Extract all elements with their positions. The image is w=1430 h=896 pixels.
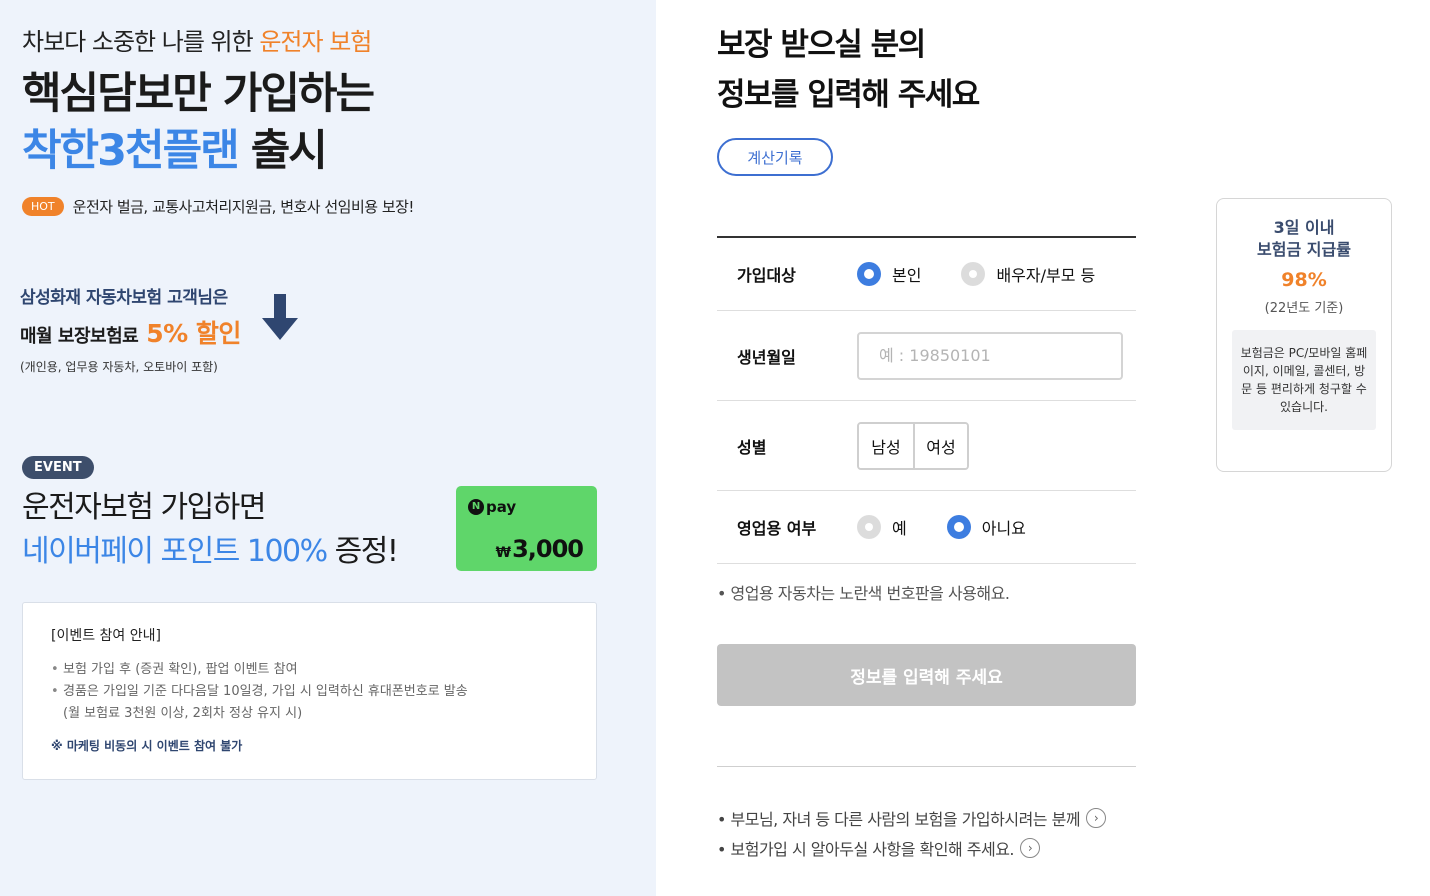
gender-male-button[interactable]: 남성 bbox=[859, 423, 913, 468]
hot-badge: HOT bbox=[22, 197, 64, 216]
hot-row: HOT 운전자 벌금, 교통사고처리지원금, 변호사 선임비용 보장! bbox=[22, 196, 414, 217]
npay-amount: ₩3,000 bbox=[495, 535, 584, 563]
birth-date-input[interactable] bbox=[857, 331, 1123, 380]
samsung-line2: 매월 보장보험료 5% 할인 bbox=[20, 314, 241, 350]
samsung-line1: 삼성화재 자동차보험 고객님은 bbox=[20, 288, 228, 308]
payout-rate-card: 3일 이내 보험금 지급률 98% (22년도 기준) 보험금은 PC/모바일 … bbox=[1216, 198, 1392, 472]
radio-unchecked-icon bbox=[961, 262, 986, 286]
hero-subtitle-accent: 운전자 보험 bbox=[259, 28, 372, 56]
birth-label: 생년월일 bbox=[737, 347, 796, 367]
hero-title-line1: 핵심담보만 가입하는 bbox=[22, 69, 375, 119]
hot-text: 운전자 벌금, 교통사고처리지원금, 변호사 선임비용 보장! bbox=[72, 198, 415, 216]
hero-title-plan: 착한3천플랜 bbox=[22, 126, 240, 176]
event-title-line1: 운전자보험 가입하면 bbox=[22, 490, 266, 525]
divider bbox=[717, 766, 1136, 767]
npay-amount-value: 3,000 bbox=[512, 535, 584, 563]
target-label: 가입대상 bbox=[737, 266, 796, 285]
hero-title: 핵심담보만 가입하는 착한3천플랜 출시 bbox=[22, 66, 375, 180]
samsung-line2-text: 매월 보장보험료 bbox=[20, 326, 139, 347]
gender-row: 성별 남성 여성 bbox=[717, 401, 1136, 491]
event-title-point: 네이버페이 포인트 100% bbox=[22, 534, 328, 569]
radio-checked-icon bbox=[857, 262, 881, 286]
event-info-notice: ※ 마케팅 비동의 시 이벤트 참여 불가 bbox=[51, 739, 243, 753]
other-person-link[interactable]: • 부모님, 자녀 등 다른 사람의 보험을 가입하시려는 분께 › bbox=[717, 806, 1107, 830]
target-family-label: 배우자/부모 등 bbox=[996, 266, 1096, 285]
business-yes-label: 예 bbox=[892, 519, 907, 538]
npay-logo: Npay bbox=[468, 498, 516, 516]
gender-toggle: 남성 여성 bbox=[857, 421, 969, 470]
calc-history-button[interactable]: 계산기록 bbox=[717, 138, 833, 176]
npay-n-icon: N bbox=[468, 499, 484, 515]
npay-currency: ₩ bbox=[495, 545, 511, 561]
event-title-rest: 증정! bbox=[326, 534, 399, 569]
hero-title-line2: 착한3천플랜 출시 bbox=[22, 123, 373, 180]
event-title: 운전자보험 가입하면 네이버페이 포인트 100% 증정! bbox=[22, 486, 399, 574]
event-info-title: [이벤트 참여 안내] bbox=[51, 628, 161, 644]
notice-link[interactable]: • 보험가입 시 알아두실 사항을 확인해 주세요. › bbox=[717, 836, 1040, 860]
form-title-line2: 정보를 입력해 주세요 bbox=[717, 77, 980, 113]
form-title-line1: 보장 받으실 분의 bbox=[717, 27, 926, 63]
target-options: 본인 배우자/부모 등 bbox=[857, 262, 1135, 286]
business-hint: • 영업용 자동차는 노란색 번호판을 사용해요. bbox=[717, 584, 1010, 603]
event-info-item: 보험 가입 후 (증권 확인), 팝업 이벤트 참여 bbox=[51, 659, 568, 681]
hero-subtitle-prefix: 차보다 소중한 나를 위한 bbox=[22, 28, 260, 56]
gender-control: 남성 여성 bbox=[857, 421, 969, 470]
payout-basis: (22년도 기준) bbox=[1264, 301, 1344, 316]
target-self-label: 본인 bbox=[892, 266, 922, 285]
business-no-label: 아니요 bbox=[981, 519, 1026, 538]
down-arrow-icon bbox=[262, 294, 298, 340]
form-title: 보장 받으실 분의 정보를 입력해 주세요 bbox=[717, 20, 980, 120]
payout-title-line2: 보험금 지급률 bbox=[1257, 240, 1351, 259]
hero-subtitle: 차보다 소중한 나를 위한 운전자 보험 bbox=[22, 22, 372, 57]
target-row: 가입대상 본인 배우자/부모 등 bbox=[717, 238, 1136, 311]
event-info-item: 경품은 가입일 기준 다다음달 10일경, 가입 시 입력하신 휴대폰번호로 발… bbox=[51, 681, 568, 703]
business-label: 영업용 여부 bbox=[737, 519, 817, 538]
notice-link-text: • 보험가입 시 알아두실 사항을 확인해 주세요. bbox=[717, 840, 1015, 859]
info-form: 가입대상 본인 배우자/부모 등 생년월일 성별 남성 여성 영업용 여부 예 … bbox=[717, 236, 1136, 564]
samsung-discount: 5% 할인 bbox=[146, 319, 241, 348]
business-yes-radio[interactable]: 예 bbox=[857, 515, 907, 539]
samsung-discount-block: 삼성화재 자동차보험 고객님은 매월 보장보험료 5% 할인 (개인용, 업무용 … bbox=[20, 283, 241, 375]
submit-button[interactable]: 정보를 입력해 주세요 bbox=[717, 644, 1136, 706]
event-title-line2: 네이버페이 포인트 100% 증정! bbox=[22, 530, 399, 574]
target-self-radio[interactable]: 본인 bbox=[857, 262, 921, 286]
chevron-right-icon: › bbox=[1020, 838, 1040, 858]
samsung-note: (개인용, 업무용 자동차, 오토바이 포함) bbox=[20, 360, 218, 374]
payout-rate: 98% bbox=[1281, 269, 1327, 291]
event-info-subitem: (월 보험료 3천원 이상, 2회차 정상 유지 시) bbox=[63, 706, 303, 721]
birth-row: 생년월일 bbox=[717, 311, 1136, 401]
gender-label: 성별 bbox=[737, 437, 767, 457]
payout-note: 보험금은 PC/모바일 홈페이지, 이메일, 콜센터, 방문 등 편리하게 청구… bbox=[1232, 330, 1376, 430]
promo-panel: 차보다 소중한 나를 위한 운전자 보험 핵심담보만 가입하는 착한3천플랜 출… bbox=[0, 0, 656, 896]
gender-female-button[interactable]: 여성 bbox=[913, 423, 967, 468]
birth-control bbox=[857, 331, 1123, 380]
other-person-link-text: • 부모님, 자녀 등 다른 사람의 보험을 가입하시려는 분께 bbox=[717, 810, 1081, 829]
radio-unchecked-icon bbox=[857, 515, 881, 539]
business-options: 예 아니요 bbox=[857, 515, 1066, 539]
business-no-radio[interactable]: 아니요 bbox=[946, 515, 1026, 539]
chevron-right-icon: › bbox=[1086, 808, 1107, 828]
event-badge: EVENT bbox=[22, 456, 94, 479]
hero-title-rest: 출시 bbox=[237, 126, 328, 176]
business-row: 영업용 여부 예 아니요 bbox=[717, 491, 1136, 564]
npay-logo-text: pay bbox=[486, 498, 517, 516]
radio-checked-icon bbox=[946, 515, 971, 539]
event-info-box: [이벤트 참여 안내] 보험 가입 후 (증권 확인), 팝업 이벤트 참여 경… bbox=[22, 602, 597, 780]
payout-title-line1: 3일 이내 bbox=[1273, 218, 1335, 237]
target-family-radio[interactable]: 배우자/부모 등 bbox=[961, 262, 1095, 286]
npay-card: Npay ₩3,000 bbox=[456, 486, 597, 571]
